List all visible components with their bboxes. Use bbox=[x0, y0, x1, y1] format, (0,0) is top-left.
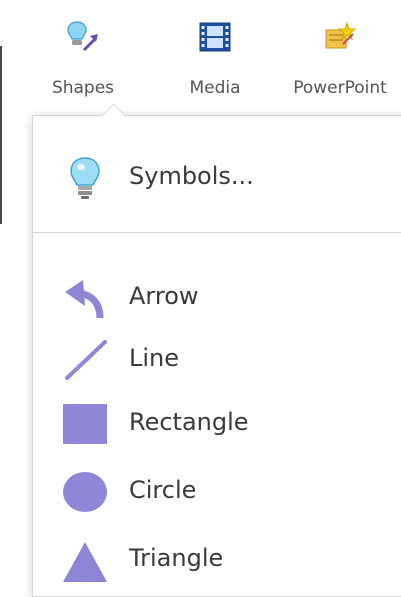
line-icon bbox=[61, 338, 109, 382]
powerpoint-button[interactable]: PowerPoint bbox=[278, 20, 401, 105]
menu-item-arrow[interactable]: Arrow bbox=[33, 268, 401, 324]
media-label: Media bbox=[189, 78, 241, 98]
line-label: Line bbox=[129, 344, 180, 372]
curved-arrow-icon bbox=[61, 276, 109, 320]
circle-label: Circle bbox=[129, 476, 197, 504]
film-icon bbox=[198, 20, 232, 54]
symbols-label: Symbols... bbox=[129, 162, 254, 190]
shapes-dropdown-menu: Symbols... Arrow Line Rectangle Circle T… bbox=[32, 103, 401, 597]
powerpoint-icon bbox=[323, 20, 357, 54]
shapes-icon bbox=[66, 20, 100, 54]
powerpoint-label: PowerPoint bbox=[293, 78, 387, 98]
lightbulb-icon bbox=[61, 156, 109, 200]
circle-icon bbox=[61, 470, 109, 514]
media-button[interactable]: Media bbox=[170, 20, 260, 105]
rectangle-icon bbox=[61, 402, 109, 446]
menu-item-circle[interactable]: Circle bbox=[33, 462, 401, 518]
menu-item-triangle[interactable]: Triangle bbox=[33, 530, 401, 586]
triangle-label: Triangle bbox=[129, 544, 224, 572]
shapes-label: Shapes bbox=[51, 78, 115, 98]
rectangle-label: Rectangle bbox=[129, 408, 249, 436]
triangle-icon bbox=[61, 538, 109, 582]
menu-divider bbox=[33, 232, 401, 233]
menu-item-line[interactable]: Line bbox=[33, 330, 401, 386]
menu-item-symbols[interactable]: Symbols... bbox=[33, 148, 401, 204]
ribbon-toolbar: Shapes Media PowerPoint bbox=[0, 0, 401, 110]
shapes-button[interactable]: Shapes bbox=[40, 20, 126, 105]
arrow-label: Arrow bbox=[129, 282, 199, 310]
menu-item-rectangle[interactable]: Rectangle bbox=[33, 394, 401, 450]
